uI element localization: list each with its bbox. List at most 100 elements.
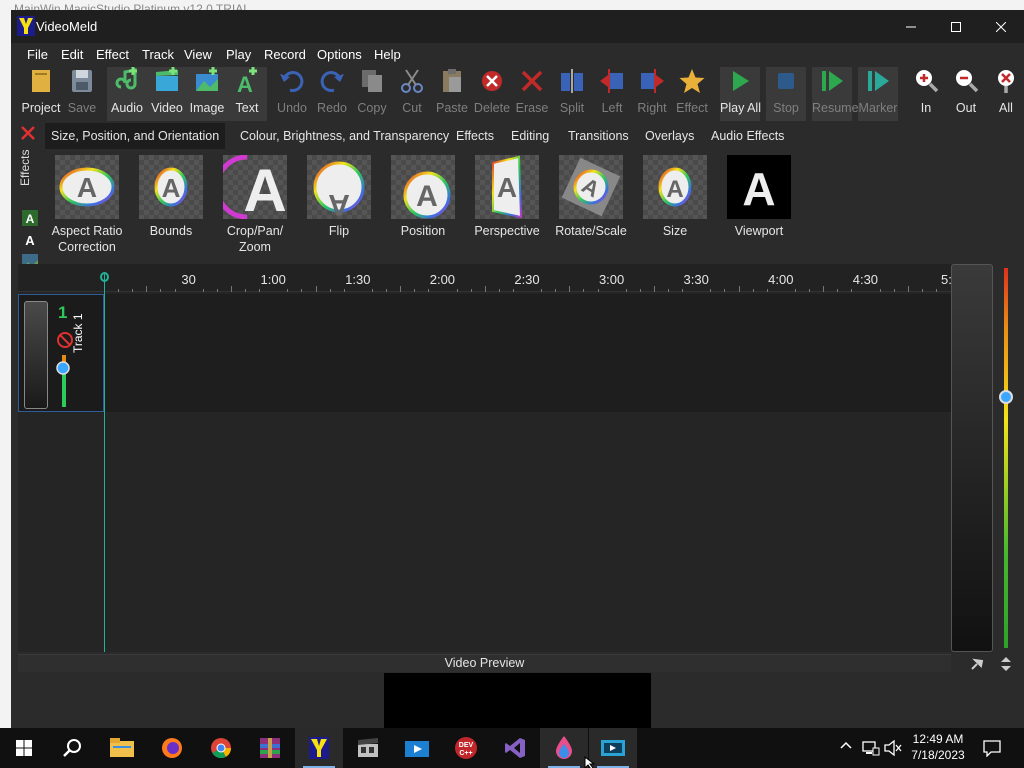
taskbar-video-app[interactable] <box>589 728 637 768</box>
taskbar-file-explorer[interactable] <box>98 728 146 768</box>
toolbar-label: Right <box>637 101 667 115</box>
maximize-button[interactable] <box>933 10 979 43</box>
menu-options[interactable]: Options <box>317 47 362 62</box>
effect-aspect-ratio-correction[interactable]: A Aspect Ratio Correction <box>45 151 129 255</box>
ruler-minor-tick <box>682 289 684 292</box>
notifications-icon[interactable] <box>983 740 1001 757</box>
volume-knob-icon[interactable] <box>56 361 70 375</box>
master-volume-track[interactable] <box>1004 268 1008 648</box>
toolbar-project-button[interactable]: Project <box>21 67 61 121</box>
menu-help[interactable]: Help <box>374 47 401 62</box>
toolbar-split-button[interactable]: Split <box>552 67 592 121</box>
toolbar-erase-button[interactable]: Erase <box>512 67 552 121</box>
visual-studio-icon <box>505 738 525 758</box>
tab-colour-brightness-transparency[interactable]: Colour, Brightness, and Transparency <box>234 123 455 149</box>
tab-transitions[interactable]: Transitions <box>562 123 635 149</box>
svg-text:A: A <box>742 163 775 215</box>
tab-size-position-orientation[interactable]: Size, Position, and Orientation <box>45 123 226 149</box>
menu-effect[interactable]: Effect <box>96 47 129 62</box>
close-icon <box>996 21 1006 32</box>
track-1[interactable]: 1 Track 1 <box>18 294 951 412</box>
toolbar-marker-button[interactable]: Marker <box>858 67 898 121</box>
toolbar-label: Resume <box>812 101 859 115</box>
toolbar-all-button[interactable]: All <box>986 67 1024 121</box>
pin-icon[interactable] <box>970 657 984 671</box>
menu-play[interactable]: Play <box>226 47 251 62</box>
video-preview-bar[interactable]: Video Preview <box>18 654 951 672</box>
menu-record[interactable]: Record <box>264 47 306 62</box>
taskbar-chrome[interactable] <box>197 728 245 768</box>
toolbar-stop-button[interactable]: Stop <box>766 67 806 121</box>
toolbar-effect-button[interactable]: Effect <box>672 67 712 121</box>
ruler-minor-tick <box>597 289 599 292</box>
svg-text:A: A <box>237 72 253 95</box>
toolbar-paste-button[interactable]: Paste <box>432 67 472 121</box>
toolbar-label: Out <box>955 101 977 115</box>
network-icon[interactable] <box>862 740 880 756</box>
volume-muted-icon[interactable] <box>884 740 902 756</box>
taskbar-paint-app[interactable] <box>540 728 588 768</box>
toolbar-redo-button[interactable]: Redo <box>312 67 352 121</box>
effects-close-icon[interactable] <box>21 126 35 140</box>
svg-text:A: A <box>328 188 350 219</box>
search-button[interactable] <box>48 728 96 768</box>
toolbar-audio-button[interactable]: Audio <box>107 67 147 121</box>
toolbar-image-button[interactable]: Image <box>187 67 227 121</box>
menu-view[interactable]: View <box>184 47 212 62</box>
taskbar-videomeld[interactable] <box>295 728 343 768</box>
chevron-up-icon[interactable] <box>840 740 852 752</box>
effects-side-label: Effects <box>18 149 32 186</box>
tab-audio-effects[interactable]: Audio Effects <box>705 123 790 149</box>
toolbar-right-button[interactable]: Right <box>632 67 672 121</box>
menu-edit[interactable]: Edit <box>61 47 83 62</box>
ruler-minor-tick <box>230 286 232 292</box>
effect-perspective[interactable]: A Perspective <box>465 151 549 239</box>
master-volume-knob[interactable] <box>999 390 1013 404</box>
toolbar-delete-button[interactable]: Delete <box>472 67 512 121</box>
expand-icon[interactable] <box>1000 657 1012 671</box>
toolbar-in-button[interactable]: In <box>906 67 946 121</box>
tab-effects[interactable]: Effects <box>450 123 500 149</box>
tab-overlays[interactable]: Overlays <box>639 123 700 149</box>
effect-viewport[interactable]: A Viewport <box>717 151 801 239</box>
playhead-handle[interactable] <box>100 272 109 282</box>
toolbar-left-button[interactable]: Left <box>592 67 632 121</box>
toolbar-text-button[interactable]: A Text <box>227 67 267 121</box>
effect-size[interactable]: A Size <box>633 151 717 239</box>
system-clock[interactable]: 12:49 AM 7/18/2023 <box>905 731 971 763</box>
time-ruler[interactable]: 30 1:00 1:30 2:00 2:30 3:00 3:30 4:00 4:30 5:0 <box>18 264 959 292</box>
taskbar-devcpp[interactable]: DEV C++ <box>442 728 490 768</box>
taskbar-firefox[interactable] <box>148 728 196 768</box>
menu-track[interactable]: Track <box>142 47 174 62</box>
ruler-tick-label: 2:00 <box>429 272 456 287</box>
tab-editing[interactable]: Editing <box>505 123 555 149</box>
toolbar-save-button[interactable]: Save <box>62 67 102 121</box>
taskbar-video-editor[interactable] <box>344 728 392 768</box>
effect-crop-pan-zoom[interactable]: A Crop/Pan/ Zoom <box>213 151 297 255</box>
toolbar-cut-button[interactable]: Cut <box>392 67 432 121</box>
menu-file[interactable]: File <box>27 47 48 62</box>
effect-position[interactable]: A Position <box>381 151 465 239</box>
ruler-tick-label: 30 <box>181 272 196 287</box>
minimize-button[interactable] <box>888 10 934 43</box>
taskbar-movie-maker[interactable] <box>393 728 441 768</box>
toolbar-undo-button[interactable]: Undo <box>272 67 312 121</box>
add-video-icon <box>156 67 178 91</box>
effect-rotate-scale[interactable]: A Rotate/Scale <box>549 151 633 239</box>
toolbar-resume-button[interactable]: Resume <box>812 67 859 121</box>
taskbar-winrar[interactable] <box>246 728 294 768</box>
toolbar-out-button[interactable]: Out <box>946 67 986 121</box>
start-button[interactable] <box>0 728 48 768</box>
text-effect-icon[interactable]: A <box>22 210 38 226</box>
text-style-icon[interactable]: A <box>22 232 38 248</box>
effect-bounds[interactable]: A Bounds <box>129 151 213 239</box>
taskbar-visual-studio[interactable] <box>491 728 539 768</box>
toolbar-video-button[interactable]: Video <box>147 67 187 121</box>
close-button[interactable] <box>978 10 1024 43</box>
toolbar-copy-button[interactable]: Copy <box>352 67 392 121</box>
taskbar: DEV C++ 12:49 AM 7/18/2023 <box>0 728 1024 768</box>
toolbar-play-all-button[interactable]: Play All <box>720 67 761 121</box>
track-header[interactable]: 1 Track 1 <box>18 294 104 412</box>
videomeld-window: VideoMeld File Edit Effect Track View Pl… <box>11 10 1024 728</box>
effect-flip[interactable]: A Flip <box>297 151 381 239</box>
